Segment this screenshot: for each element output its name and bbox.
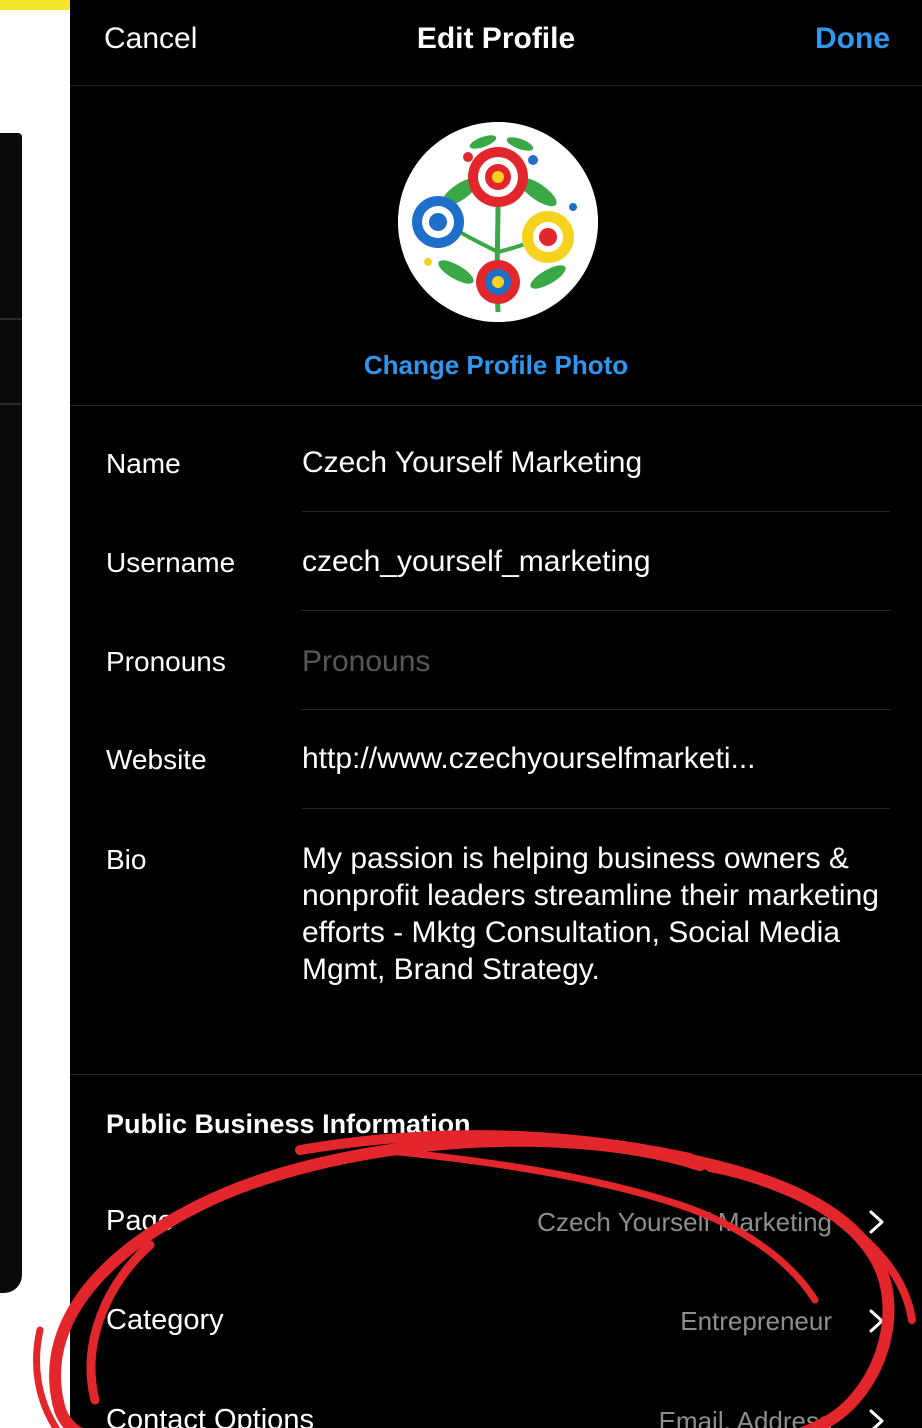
username-field[interactable]: czech_yourself_marketing (302, 545, 902, 579)
bio-field[interactable]: My passion is helping business owners & … (302, 840, 902, 988)
business-row-category[interactable]: Category Entrepreneur (70, 1286, 922, 1356)
field-divider (302, 808, 890, 809)
name-label: Name (106, 448, 181, 479)
field-divider (302, 709, 890, 710)
website-field[interactable]: http://www.czechyourselfmarketi... (302, 742, 902, 776)
profile-avatar[interactable] (398, 122, 598, 322)
business-row-label: Category (106, 1304, 224, 1336)
change-profile-photo-link[interactable]: Change Profile Photo (70, 350, 922, 381)
business-row-contact-options[interactable]: Contact Options Email, Address (70, 1386, 922, 1428)
section-divider (70, 405, 922, 406)
chevron-right-icon (869, 1210, 884, 1234)
field-divider (302, 511, 890, 512)
field-divider (302, 610, 890, 611)
page-title: Edit Profile (416, 22, 576, 55)
website-label: Website (106, 744, 207, 775)
side-screen-divider (0, 318, 22, 320)
pronouns-label: Pronouns (106, 646, 226, 677)
done-button[interactable]: Done (815, 22, 890, 56)
floral-logo-image (398, 122, 598, 322)
bio-label: Bio (106, 844, 147, 875)
nav-bar: Cancel Edit Profile Done (70, 0, 922, 86)
pronouns-field[interactable] (302, 640, 902, 684)
side-screen-divider (0, 403, 22, 405)
business-row-value: Czech Yourself Marketing (537, 1207, 832, 1237)
business-row-value: Entrepreneur (680, 1306, 832, 1336)
business-row-label: Contact Options (106, 1404, 314, 1428)
username-label: Username (106, 547, 236, 578)
section-divider (70, 1074, 922, 1075)
business-section-header: Public Business Information (106, 1109, 471, 1139)
chevron-right-icon (869, 1409, 884, 1428)
edit-profile-screen: Cancel Edit Profile Done Change Profile … (70, 0, 922, 1428)
business-row-label: Page (106, 1205, 174, 1237)
partial-side-screen (0, 133, 22, 1293)
business-row-value: Email, Address (658, 1406, 832, 1428)
chevron-right-icon (869, 1309, 884, 1333)
business-row-page[interactable]: Page Czech Yourself Marketing (70, 1187, 922, 1257)
name-field[interactable]: Czech Yourself Marketing (302, 446, 902, 480)
